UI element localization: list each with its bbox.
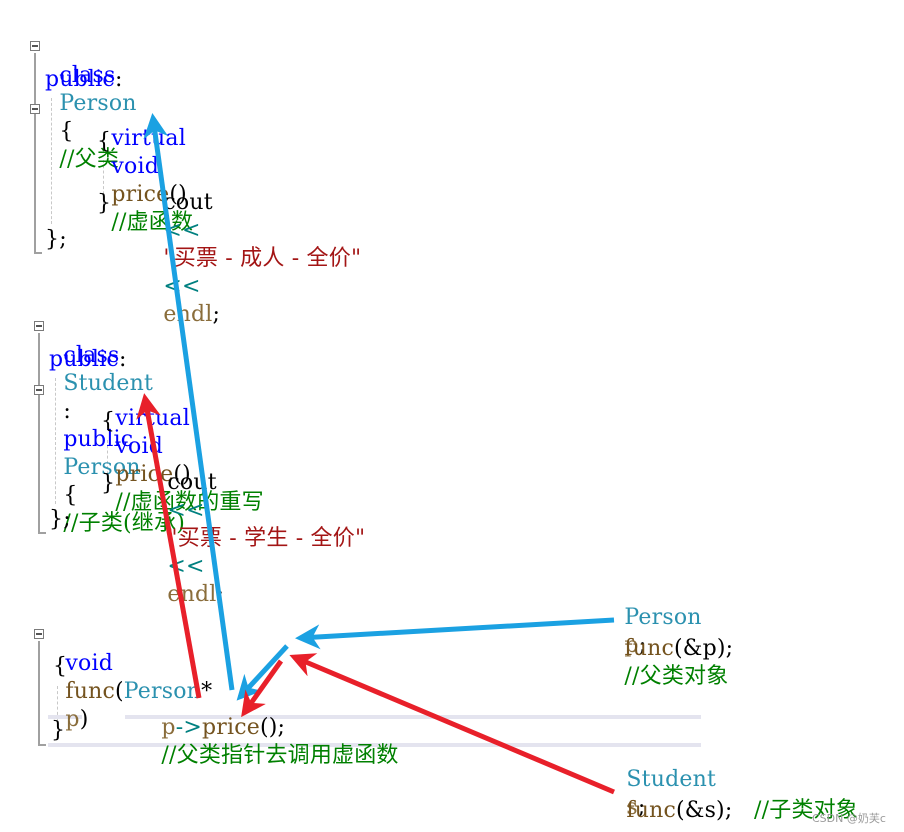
close-brace: } xyxy=(97,191,112,216)
keyword: public xyxy=(45,67,115,92)
string-literal: "买票 - 成人 - 全价" xyxy=(163,246,362,271)
semicolon: ; xyxy=(212,302,221,327)
code-line: public: xyxy=(49,346,127,374)
watermark: CSDN @奶芙c xyxy=(812,812,886,825)
code-line: cout << "买票 - 学生 - 全价" << endl; xyxy=(153,441,365,609)
close-brace: } xyxy=(51,718,66,743)
call-parens: (); xyxy=(259,715,286,740)
fold-guide xyxy=(38,333,40,533)
operator: -> xyxy=(175,715,202,740)
method-call: price xyxy=(201,715,260,740)
function-call: func xyxy=(624,636,674,661)
close-brace: } xyxy=(101,471,116,496)
fold-toggle-person-price[interactable] xyxy=(30,104,40,114)
class-end: }; xyxy=(49,507,71,532)
comment: //父类指针去调用虚函数 xyxy=(161,743,399,768)
identifier: endl xyxy=(167,582,217,607)
operator: << xyxy=(163,218,201,243)
colon: : xyxy=(118,347,127,372)
brace: { xyxy=(63,483,78,508)
keyword: virtual xyxy=(115,406,190,431)
fold-toggle-student-price[interactable] xyxy=(34,385,44,395)
keyword: void xyxy=(65,651,113,676)
open-brace: { xyxy=(53,654,68,679)
blue-arrow-call-to-param xyxy=(295,617,615,650)
code-line: cout << "买票 - 成人 - 全价" << endl; xyxy=(149,161,361,329)
string-literal: "买票 - 学生 - 全价" xyxy=(167,526,366,551)
code-line: public: xyxy=(45,66,123,94)
operator: << xyxy=(167,554,205,579)
fold-guide xyxy=(34,53,36,253)
fold-toggle-func[interactable] xyxy=(34,629,44,639)
colon: : xyxy=(63,399,72,424)
fold-toggle-student[interactable] xyxy=(34,321,44,331)
code-line: func(&p); //父类对象 xyxy=(610,607,733,691)
paren: ) xyxy=(79,707,89,732)
parameter: p xyxy=(65,707,80,732)
fold-guide-end xyxy=(34,252,42,254)
identifier: cout xyxy=(163,190,213,215)
brace: { xyxy=(59,119,74,144)
code-line: p->price(); //父类指针去调用虚函数 xyxy=(147,686,399,770)
keyword: public xyxy=(49,347,119,372)
function-call: func xyxy=(626,798,676,823)
fold-toggle-person[interactable] xyxy=(30,41,40,51)
open-brace: { xyxy=(97,129,112,154)
fold-guide-end xyxy=(38,744,46,746)
identifier: p xyxy=(161,715,176,740)
semicolon: ; xyxy=(216,582,225,607)
open-brace: { xyxy=(101,409,116,434)
class-end: }; xyxy=(45,227,67,252)
paren: ( xyxy=(115,679,124,704)
comment: //父类对象 xyxy=(624,664,729,689)
call-args: (&s); xyxy=(676,798,733,823)
keyword: virtual xyxy=(111,126,186,151)
fold-guide-end xyxy=(38,532,46,534)
function-name: func xyxy=(65,679,115,704)
call-args: (&p); xyxy=(674,636,734,661)
colon: : xyxy=(114,67,123,92)
fold-guide xyxy=(38,641,40,745)
operator: << xyxy=(163,274,201,299)
identifier: cout xyxy=(167,470,217,495)
operator: << xyxy=(167,498,205,523)
